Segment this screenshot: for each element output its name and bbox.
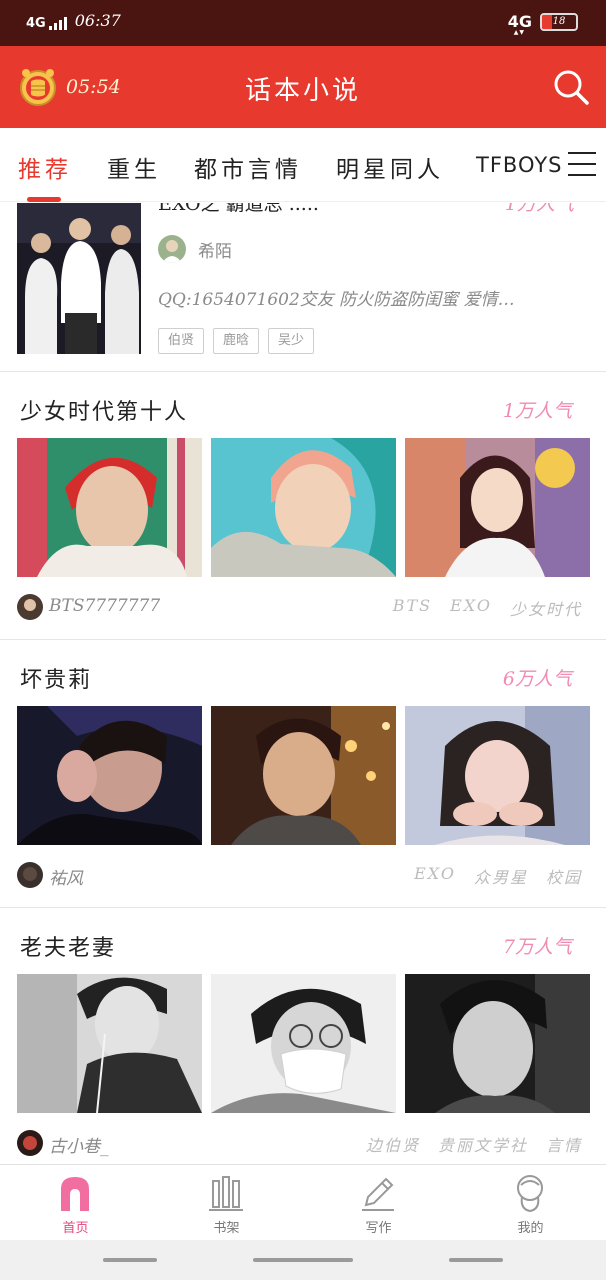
section-tag[interactable]: EXO: [414, 864, 456, 888]
tab-celebrity-fanfic[interactable]: 明星同人: [336, 150, 444, 184]
nav-label: 首页: [62, 1221, 89, 1236]
author-name[interactable]: 祐风: [49, 864, 83, 889]
story-tag[interactable]: 伯贤: [158, 328, 205, 354]
section-tag[interactable]: 言情: [546, 1132, 582, 1156]
section-tag[interactable]: EXO: [450, 596, 492, 620]
system-recents-button[interactable]: [449, 1258, 503, 1262]
story-feed[interactable]: EXO之 霸道总 ..... 1万人气 希陌 QQ:1654071602交友 防…: [0, 203, 606, 1164]
tab-rebirth[interactable]: 重生: [107, 150, 161, 184]
menu-icon[interactable]: [568, 152, 596, 178]
section-tag[interactable]: 校园: [546, 864, 582, 888]
battery-icon: 18: [540, 12, 578, 31]
section-title[interactable]: 老夫老妻: [20, 930, 116, 962]
nav-label: 书架: [213, 1221, 240, 1236]
story-section[interactable]: 老夫老妻 7万人气 古小巷_ 边伯贤 贵丽文学社 言情: [0, 908, 606, 1164]
section-tag[interactable]: 众男星: [474, 864, 528, 888]
section-tags: BTS EXO 少女时代: [393, 596, 582, 620]
story-section[interactable]: 少女时代第十人 1万人气 BTS7777777 BTS EXO 少女时代: [0, 372, 606, 640]
section-tag[interactable]: BTS: [393, 596, 432, 620]
story-author[interactable]: 希陌: [158, 235, 232, 263]
avatar[interactable]: [158, 235, 186, 263]
avatar[interactable]: [17, 862, 43, 888]
battery-level: 18: [552, 15, 566, 27]
tab-urban-romance[interactable]: 都市言情: [194, 150, 302, 184]
tab-recommended[interactable]: 推荐: [18, 150, 72, 184]
section-images[interactable]: [17, 706, 590, 845]
story-image[interactable]: [211, 438, 396, 577]
status-bar: 4G 06:37 4G 18: [0, 0, 606, 46]
story-section[interactable]: 坏贵莉 6万人气 祐风 EXO 众男星 校园: [0, 640, 606, 908]
signal-icon: [48, 16, 67, 30]
system-navigation-bar: [0, 1240, 606, 1280]
author-name[interactable]: 古小巷_: [49, 1132, 109, 1157]
story-image[interactable]: [211, 706, 396, 845]
nav-label: 我的: [517, 1221, 544, 1236]
author-name[interactable]: BTS7777777: [49, 596, 160, 616]
search-icon[interactable]: [552, 68, 590, 106]
nav-home[interactable]: 首页: [0, 1165, 151, 1241]
status-left: 4G 06:37: [26, 12, 121, 30]
story-image[interactable]: [17, 706, 202, 845]
section-popularity: 7万人气: [502, 936, 572, 958]
network-type-right: 4G: [508, 12, 532, 36]
story-cover-image[interactable]: [17, 203, 141, 354]
nav-label: 写作: [365, 1221, 392, 1236]
story-image[interactable]: [405, 974, 590, 1113]
section-popularity: 1万人气: [502, 400, 572, 422]
section-tag[interactable]: 贵丽文学社: [438, 1132, 528, 1156]
story-image[interactable]: [211, 974, 396, 1113]
story-image[interactable]: [17, 438, 202, 577]
bottom-navigation: 首页 书架 写作 我的: [0, 1164, 606, 1240]
bookshelf-icon: [209, 1176, 243, 1211]
story-title[interactable]: EXO之 霸道总 .....: [158, 203, 319, 216]
section-popularity: 6万人气: [502, 668, 572, 690]
story-image[interactable]: [17, 974, 202, 1113]
status-time: 06:37: [74, 11, 121, 30]
section-tags: EXO 众男星 校园: [414, 864, 582, 888]
section-title[interactable]: 坏贵莉: [20, 662, 92, 694]
home-icon: [61, 1177, 89, 1211]
section-tag[interactable]: 少女时代: [510, 596, 582, 620]
app-title: 话本小说: [244, 76, 361, 106]
section-images[interactable]: [17, 974, 590, 1113]
app-header: 05:54 话本小说: [0, 46, 606, 128]
network-type-left: 4G: [26, 16, 46, 31]
avatar[interactable]: [17, 1130, 43, 1156]
section-footer: 祐风 EXO 众男星 校园: [17, 862, 590, 890]
author-name: 希陌: [198, 241, 232, 262]
story-tags: 伯贤 鹿晗 吴少: [158, 328, 315, 354]
section-title[interactable]: 少女时代第十人: [20, 394, 188, 426]
system-back-button[interactable]: [103, 1258, 157, 1262]
nav-bookshelf[interactable]: 书架: [151, 1165, 302, 1241]
section-tag[interactable]: 边伯贤: [366, 1132, 420, 1156]
section-tags: 边伯贤 贵丽文学社 言情: [366, 1132, 582, 1156]
story-image[interactable]: [405, 438, 590, 577]
story-card[interactable]: EXO之 霸道总 ..... 1万人气 希陌 QQ:1654071602交友 防…: [0, 203, 606, 372]
story-tag[interactable]: 吴少: [268, 328, 315, 354]
section-footer: 古小巷_ 边伯贤 贵丽文学社 言情: [17, 1130, 590, 1158]
pen-icon: [362, 1177, 394, 1211]
profile-icon: [517, 1175, 543, 1213]
active-tab-indicator: [27, 197, 61, 202]
story-tag[interactable]: 鹿晗: [213, 328, 260, 354]
nav-write[interactable]: 写作: [303, 1165, 454, 1241]
section-images[interactable]: [17, 438, 590, 577]
avatar[interactable]: [17, 594, 43, 620]
nav-profile[interactable]: 我的: [455, 1165, 606, 1241]
system-home-button[interactable]: [253, 1258, 353, 1262]
story-popularity: 1万人气: [504, 203, 574, 215]
tab-tfboys[interactable]: TFBOYS: [476, 153, 562, 177]
status-right: 4G 18: [508, 12, 578, 36]
section-footer: BTS7777777 BTS EXO 少女时代: [17, 594, 590, 622]
story-image[interactable]: [405, 706, 590, 845]
story-description: QQ:1654071602交友 防火防盗防闺蜜 爱情…: [158, 290, 515, 310]
category-tabs: 推荐 重生 都市言情 明星同人 TFBOYS: [0, 128, 606, 202]
